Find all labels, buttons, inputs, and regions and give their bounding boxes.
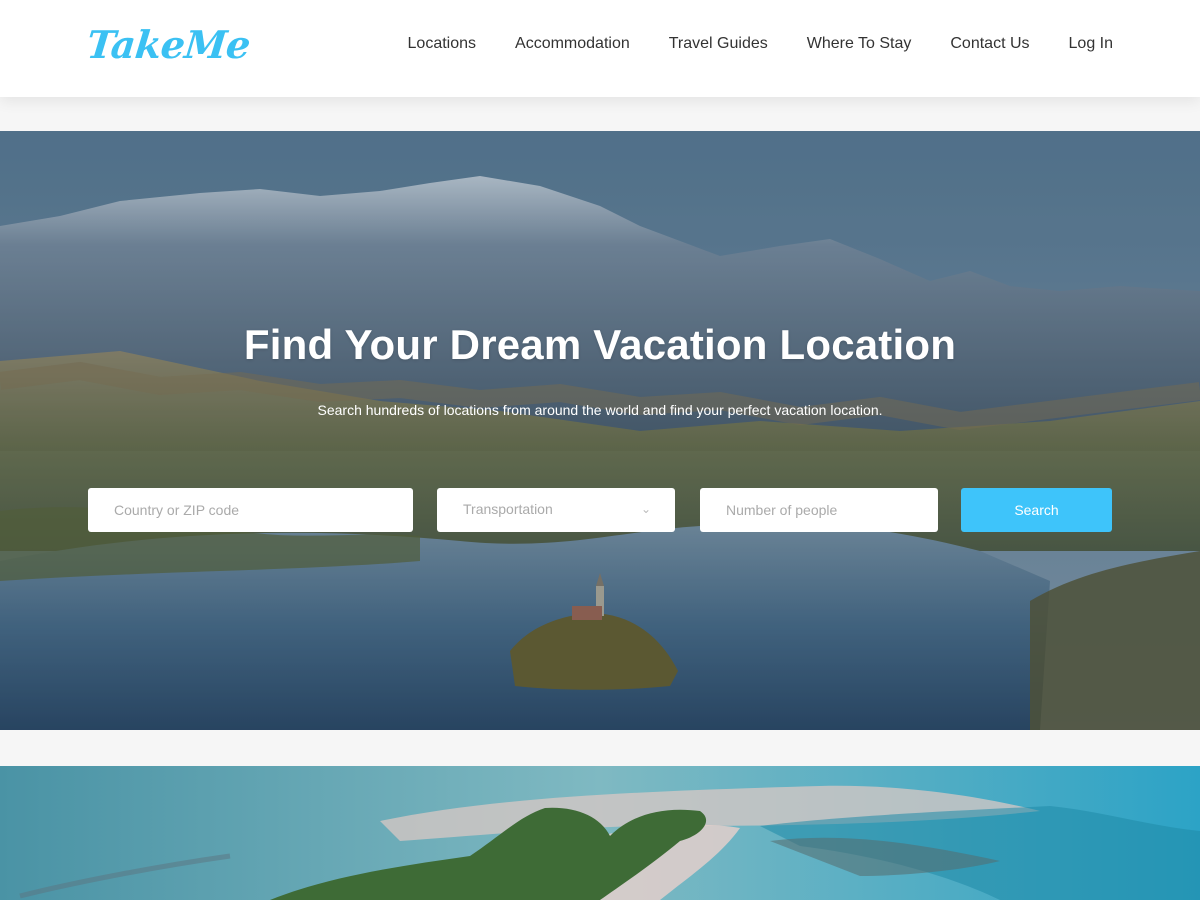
transportation-selected-value: Transportation <box>463 501 553 517</box>
transportation-select[interactable]: Transportation ⌄ <box>437 488 675 532</box>
nav-log-in[interactable]: Log In <box>1069 34 1113 54</box>
search-button[interactable]: Search <box>961 488 1112 532</box>
section-gap <box>0 97 1200 131</box>
logo[interactable]: TakeMe <box>85 22 253 67</box>
site-header: TakeMe Locations Accommodation Travel Gu… <box>0 0 1200 97</box>
hero-section: Find Your Dream Vacation Location Search… <box>0 131 1200 730</box>
location-input[interactable] <box>114 502 413 518</box>
location-field[interactable] <box>88 488 413 532</box>
nav-travel-guides[interactable]: Travel Guides <box>669 34 768 54</box>
hero-subtitle: Search hundreds of locations from around… <box>317 402 883 418</box>
people-input[interactable] <box>726 502 938 518</box>
people-field[interactable] <box>700 488 938 532</box>
hero-overlay <box>0 131 1200 730</box>
featured-destination-banner <box>0 766 1200 900</box>
nav-locations[interactable]: Locations <box>408 34 477 54</box>
hero-title: Find Your Dream Vacation Location <box>243 321 957 368</box>
nav-contact-us[interactable]: Contact Us <box>950 34 1029 54</box>
nav-accommodation[interactable]: Accommodation <box>515 34 630 54</box>
section-gap <box>0 730 1200 766</box>
nav-where-to-stay[interactable]: Where To Stay <box>807 34 912 54</box>
beach-background-image <box>0 766 1200 900</box>
main-nav: Locations Accommodation Travel Guides Wh… <box>369 34 1113 54</box>
chevron-down-icon: ⌄ <box>640 502 651 516</box>
